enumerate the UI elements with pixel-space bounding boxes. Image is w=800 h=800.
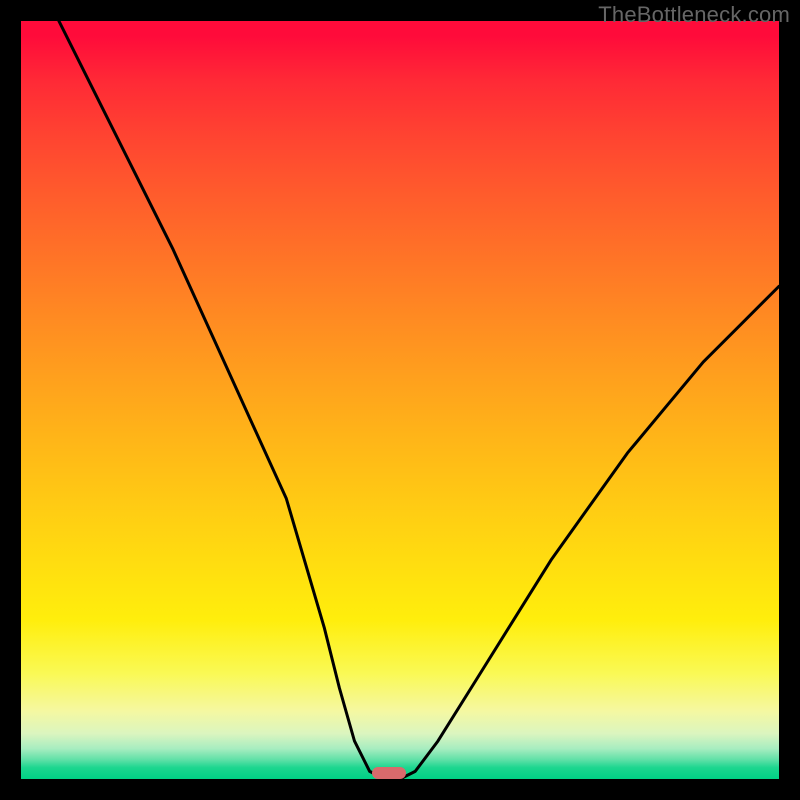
optimal-marker <box>372 767 406 779</box>
plot-area <box>21 21 779 779</box>
curve-path <box>59 21 779 779</box>
bottleneck-curve <box>21 21 779 779</box>
chart-frame: TheBottleneck.com <box>0 0 800 800</box>
watermark-text: TheBottleneck.com <box>598 2 790 28</box>
